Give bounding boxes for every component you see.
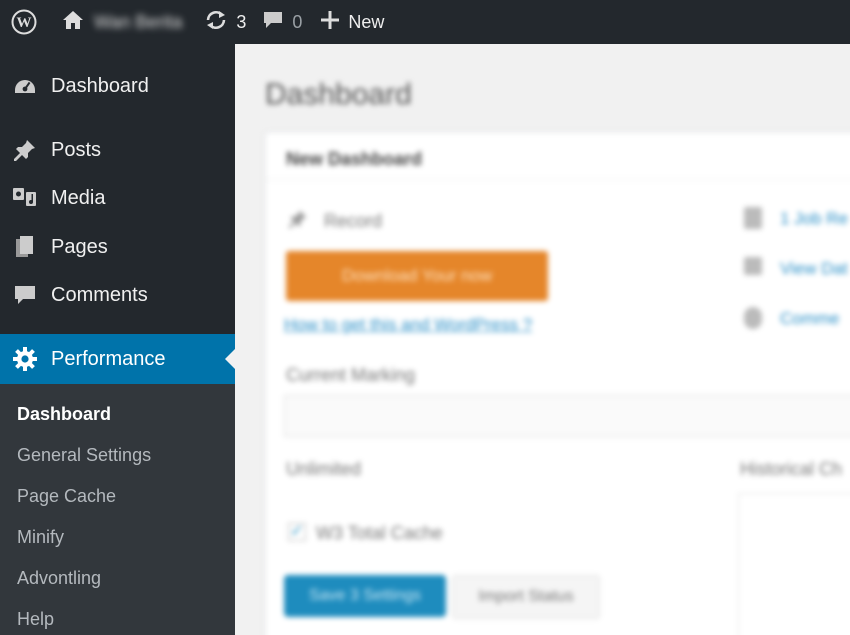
comment-icon <box>12 282 38 308</box>
current-marking-label: Current Marking <box>286 365 416 385</box>
admin-sidebar: Dashboard Posts Media Pages Comments Per… <box>0 44 235 635</box>
pages-icon <box>12 234 38 260</box>
submenu-item-general-settings[interactable]: General Settings <box>17 445 151 466</box>
comments-count: 0 <box>292 11 303 32</box>
sidebar-item-media[interactable]: Media <box>0 174 235 222</box>
media-icon <box>12 185 38 211</box>
right-link-1[interactable]: 1 Job Re <box>780 209 848 229</box>
plus-icon <box>320 10 340 35</box>
svg-text:W: W <box>17 15 32 31</box>
history-box <box>738 493 850 635</box>
submenu-item-minify[interactable]: Minify <box>17 527 64 548</box>
w3-total-cache-checkbox[interactable]: ✓ <box>288 523 306 541</box>
home-icon <box>62 10 84 35</box>
sidebar-item-label: Performance <box>51 347 166 370</box>
sidebar-item-label: Comments <box>51 283 148 306</box>
new-label: New <box>348 11 385 32</box>
panel-divider <box>266 179 850 180</box>
dashboard-panel: New Dashboard Record Download Your now H… <box>265 132 850 635</box>
document-icon <box>744 207 762 229</box>
right-link-2[interactable]: View Dat <box>780 259 848 279</box>
sidebar-item-comments[interactable]: Comments <box>0 271 235 319</box>
new-content-button[interactable]: New <box>320 0 384 44</box>
comment-bubble-icon <box>262 9 284 36</box>
page-title: Dashboard <box>265 78 412 111</box>
current-marking-field[interactable] <box>284 395 850 437</box>
submenu-item-dashboard[interactable]: Dashboard <box>17 404 111 425</box>
wordpress-logo-icon[interactable]: W <box>0 0 48 44</box>
checkbox-label: W3 Total Cache <box>316 523 443 543</box>
help-link[interactable]: How to get this and WordPress ? <box>284 315 532 335</box>
submenu-item-advontling[interactable]: Advontling <box>17 568 101 589</box>
site-name: Wan Berita <box>94 11 183 32</box>
sidebar-item-label: Pages <box>51 235 108 258</box>
sidebar-item-dashboard[interactable]: Dashboard <box>0 62 235 110</box>
admin-bar: W Wan Berita 3 0 New <box>0 0 850 44</box>
site-menu[interactable]: Wan Berita <box>62 0 182 44</box>
import-status-button[interactable]: Import Status <box>452 575 600 619</box>
view-icon <box>744 257 762 275</box>
gear-icon <box>12 346 38 372</box>
sidebar-item-label: Media <box>51 186 106 209</box>
refresh-icon <box>204 9 228 36</box>
save-settings-button[interactable]: Save 3 Settings <box>284 575 446 617</box>
panel-title: New Dashboard <box>286 149 423 169</box>
pin-icon <box>288 209 308 234</box>
pin-icon <box>12 137 38 163</box>
comment-icon <box>744 307 762 329</box>
right-link-3[interactable]: Comme <box>780 309 840 329</box>
historical-label: Historical Ch <box>740 459 843 479</box>
main-content: Dashboard New Dashboard Record Download … <box>235 44 850 635</box>
updates-link[interactable]: 3 <box>204 0 246 44</box>
download-button[interactable]: Download Your now <box>286 251 548 301</box>
sidebar-item-posts[interactable]: Posts <box>0 126 235 174</box>
sidebar-item-performance[interactable]: Performance <box>0 334 235 384</box>
unlimited-label: Unlimited <box>286 459 362 479</box>
updates-count: 3 <box>236 11 247 32</box>
submenu-item-help[interactable]: Help <box>17 609 54 630</box>
sidebar-item-label: Posts <box>51 138 102 161</box>
submenu-item-page-cache[interactable]: Page Cache <box>17 486 116 507</box>
comments-link[interactable]: 0 <box>262 0 302 44</box>
dashboard-icon <box>12 73 38 99</box>
sidebar-item-pages[interactable]: Pages <box>0 223 235 271</box>
sidebar-item-label: Dashboard <box>51 74 149 97</box>
performance-submenu: Dashboard General Settings Page Cache Mi… <box>0 384 235 635</box>
record-label: Record <box>324 211 383 231</box>
